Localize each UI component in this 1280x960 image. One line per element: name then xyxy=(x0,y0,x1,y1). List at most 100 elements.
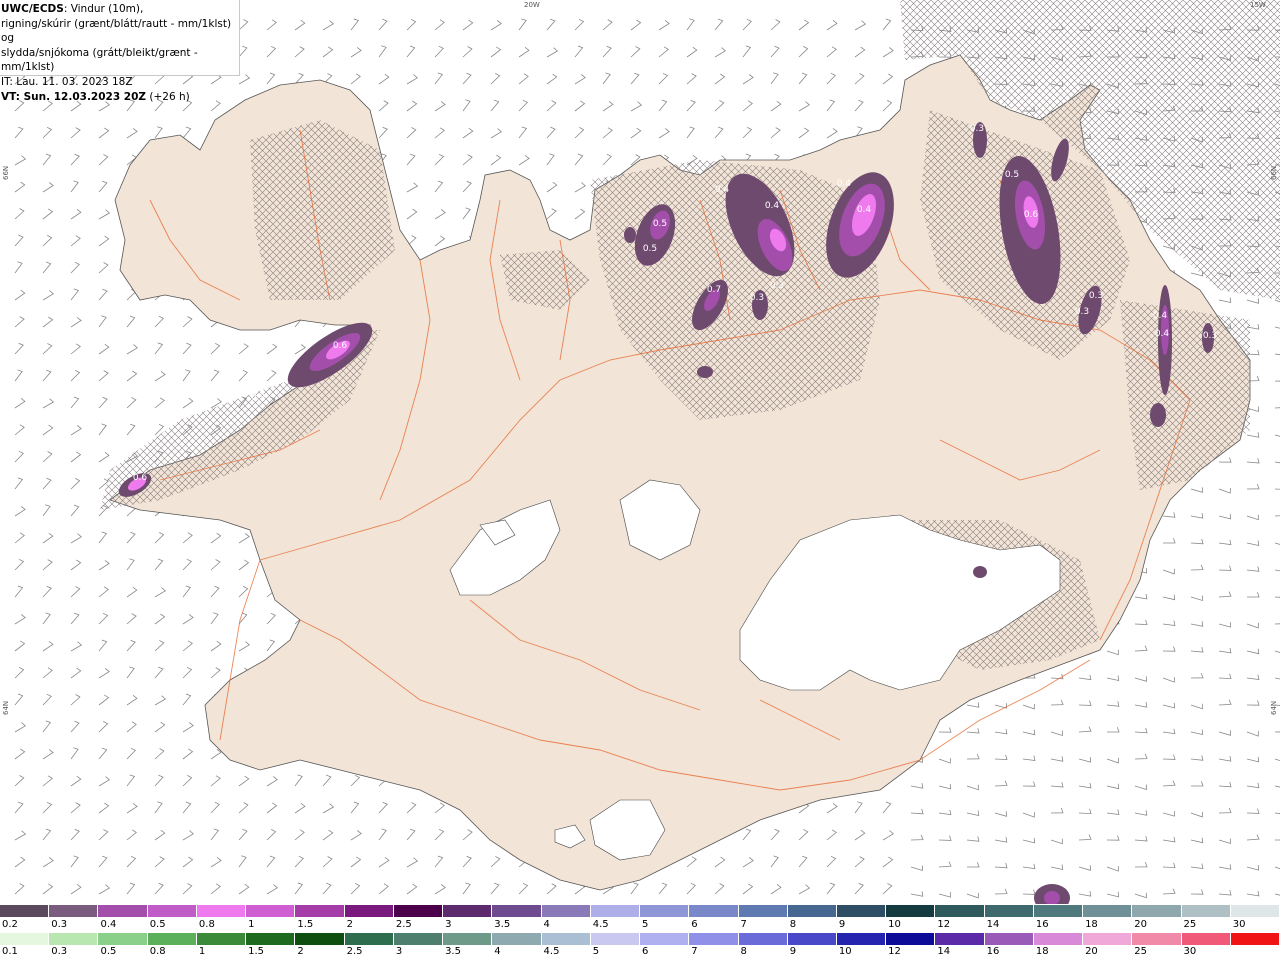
legend_snow-label: 3 xyxy=(445,919,452,930)
legend_snow-label: 9 xyxy=(838,919,846,930)
legend_rain-label: 5 xyxy=(592,946,600,957)
precip-value-label: 0.7 xyxy=(707,285,721,295)
rain-description: rigning/skúrir (grænt/blátt/rautt - mm/1… xyxy=(1,17,232,45)
legend_snow-label: 10 xyxy=(888,919,901,930)
precip-value-label: 0.4 xyxy=(1155,329,1170,339)
legend_snow-swatch xyxy=(393,905,444,917)
legend_snow-swatch xyxy=(984,905,1034,917)
forecast-offset: (+26 h) xyxy=(146,90,190,103)
legend_rain-swatch xyxy=(393,933,444,945)
legend_snow-label: 0.2 xyxy=(2,919,18,930)
precip-value-label: 0.6 xyxy=(1024,210,1039,220)
legend_snow-label: 18 xyxy=(1085,919,1098,930)
legend_snow-swatch xyxy=(689,905,739,917)
legend_rain-swatch xyxy=(147,933,197,945)
graticule-label-66n-left: 66N xyxy=(2,165,10,180)
precip-value-label: 0.4 xyxy=(715,185,730,195)
legend_snow-label: 1.5 xyxy=(297,919,314,930)
legend_snow-swatch xyxy=(886,905,936,917)
legend_snow-label: 0.3 xyxy=(51,919,68,930)
legend_rain-label: 0.1 xyxy=(2,946,18,957)
legend_rain-label: 3 xyxy=(395,946,403,957)
legend_rain-label: 20 xyxy=(1085,946,1098,957)
precip-value-label: 0.4 xyxy=(765,201,780,211)
legend_rain-swatch xyxy=(344,933,394,945)
legend_rain-swatch xyxy=(1132,933,1182,945)
legend_rain-swatch xyxy=(984,933,1034,945)
graticule-label-66n-right: 66N xyxy=(1270,165,1278,180)
legend_snow-swatch xyxy=(196,905,247,917)
legend_rain-label: 10 xyxy=(838,946,852,957)
map-title: : Vindur (10m), xyxy=(63,3,144,15)
legend_snow-label: 0.8 xyxy=(198,919,215,930)
legend_snow-label: 16 xyxy=(1035,919,1049,930)
legend_rain-label: 6 xyxy=(642,946,649,957)
legend_snow-swatch xyxy=(443,905,493,917)
precip-value-label: 0.5 xyxy=(653,219,667,229)
legend_rain-label: 16 xyxy=(986,946,1000,957)
precip-value-label: 0.3 xyxy=(1203,331,1217,341)
legend_rain-swatch xyxy=(443,933,493,945)
legend_rain-label: 0.8 xyxy=(149,946,166,957)
legend_snow-swatch xyxy=(49,905,99,917)
snow-legend-labels: 0.2 0.3 0.4 0.5 0.8 1 1.5 2 2.5 3 3.5 4 4.5 5 6 7 8 9 10 12… xyxy=(0,919,1280,931)
legend_rain-swatch xyxy=(196,933,247,945)
legend_snow-label: 25 xyxy=(1183,919,1197,930)
rain-legend-labels: 0.1 0.3 0.5 0.8 1 1.5 2 2.5 3 3.5 4 4.5 5 6 7 8 9 10 12 14 1… xyxy=(0,946,1280,958)
legend_snow-swatch xyxy=(787,905,837,917)
snow-legend-colorbar xyxy=(0,905,1280,917)
legend_rain-label: 0.5 xyxy=(100,946,117,957)
precip-value-label: 0.3 xyxy=(1089,291,1103,301)
precip-value-label: 0.4 xyxy=(837,179,852,189)
initial-time: IT: Lau. 11. 03. 2023 18Z xyxy=(1,75,133,88)
precip-value-label: 0.6 xyxy=(333,341,348,351)
legend_rain-label: 14 xyxy=(937,946,951,957)
precip-value-label: 0.5 xyxy=(1005,170,1019,180)
legend_rain-label: 4 xyxy=(494,946,501,957)
precip-value-label: 0.4 xyxy=(1153,311,1168,321)
legend_snow-swatch xyxy=(1132,905,1182,917)
legend_snow-label: 3.5 xyxy=(494,919,511,930)
legend_snow-label: 20 xyxy=(1134,919,1148,930)
legend_rain-swatch xyxy=(0,933,50,945)
legend_rain-label: 4.5 xyxy=(543,946,560,957)
legend_snow-swatch xyxy=(1181,905,1231,917)
graticule-label-15w: 15W xyxy=(1250,1,1266,9)
model-name: UWC/ECDS xyxy=(1,3,64,15)
legend_snow-label: 4.5 xyxy=(592,919,609,930)
legend_snow-label: 7 xyxy=(740,919,747,930)
legend_rain-label: 0.3 xyxy=(51,946,68,957)
graticule-label-64n-right: 64N xyxy=(1270,700,1278,715)
precip-value-label: 0.3 xyxy=(750,293,764,303)
legend_snow-swatch xyxy=(344,905,394,917)
legend_rain-swatch xyxy=(738,933,788,945)
legend_rain-swatch xyxy=(1083,933,1133,945)
legend_rain-label: 12 xyxy=(888,946,901,957)
precip-value-label: 0.3 xyxy=(251,393,265,403)
legend_rain-swatch xyxy=(1033,933,1084,945)
legend_rain-label: 8 xyxy=(740,946,747,957)
legend_snow-label: 30 xyxy=(1232,919,1246,930)
legend_snow-swatch xyxy=(935,905,985,917)
legend_snow-swatch xyxy=(147,905,197,917)
precip-value-label: 0.5 xyxy=(643,244,657,254)
legend_snow-label: 6 xyxy=(691,919,698,930)
graticule-label-20w: 20W xyxy=(524,1,540,9)
valid-time: VT: Sun. 12.03.2023 20Z xyxy=(1,90,147,103)
legend_rain-label: 2.5 xyxy=(346,946,363,957)
legend_snow-swatch xyxy=(836,905,887,917)
legend_snow-swatch xyxy=(98,905,148,917)
legend_snow-label: 8 xyxy=(789,919,797,930)
legend_rain-label: 1.5 xyxy=(248,946,265,957)
precip-value-label: 0.3 xyxy=(1075,307,1089,317)
legend_rain-label: 9 xyxy=(789,946,797,957)
legend_rain-label: 25 xyxy=(1134,946,1148,957)
legend_snow-swatch xyxy=(492,905,542,917)
legend_rain-swatch xyxy=(295,933,345,945)
legend_rain-label: 30 xyxy=(1183,946,1197,957)
snow-description: slydda/snjókoma (grátt/bleikt/grænt - mm… xyxy=(1,46,198,74)
legend_rain-swatch xyxy=(246,933,296,945)
legend_rain-swatch xyxy=(492,933,542,945)
legend_snow-swatch xyxy=(1033,905,1084,917)
legend_snow-label: 14 xyxy=(986,919,1000,930)
